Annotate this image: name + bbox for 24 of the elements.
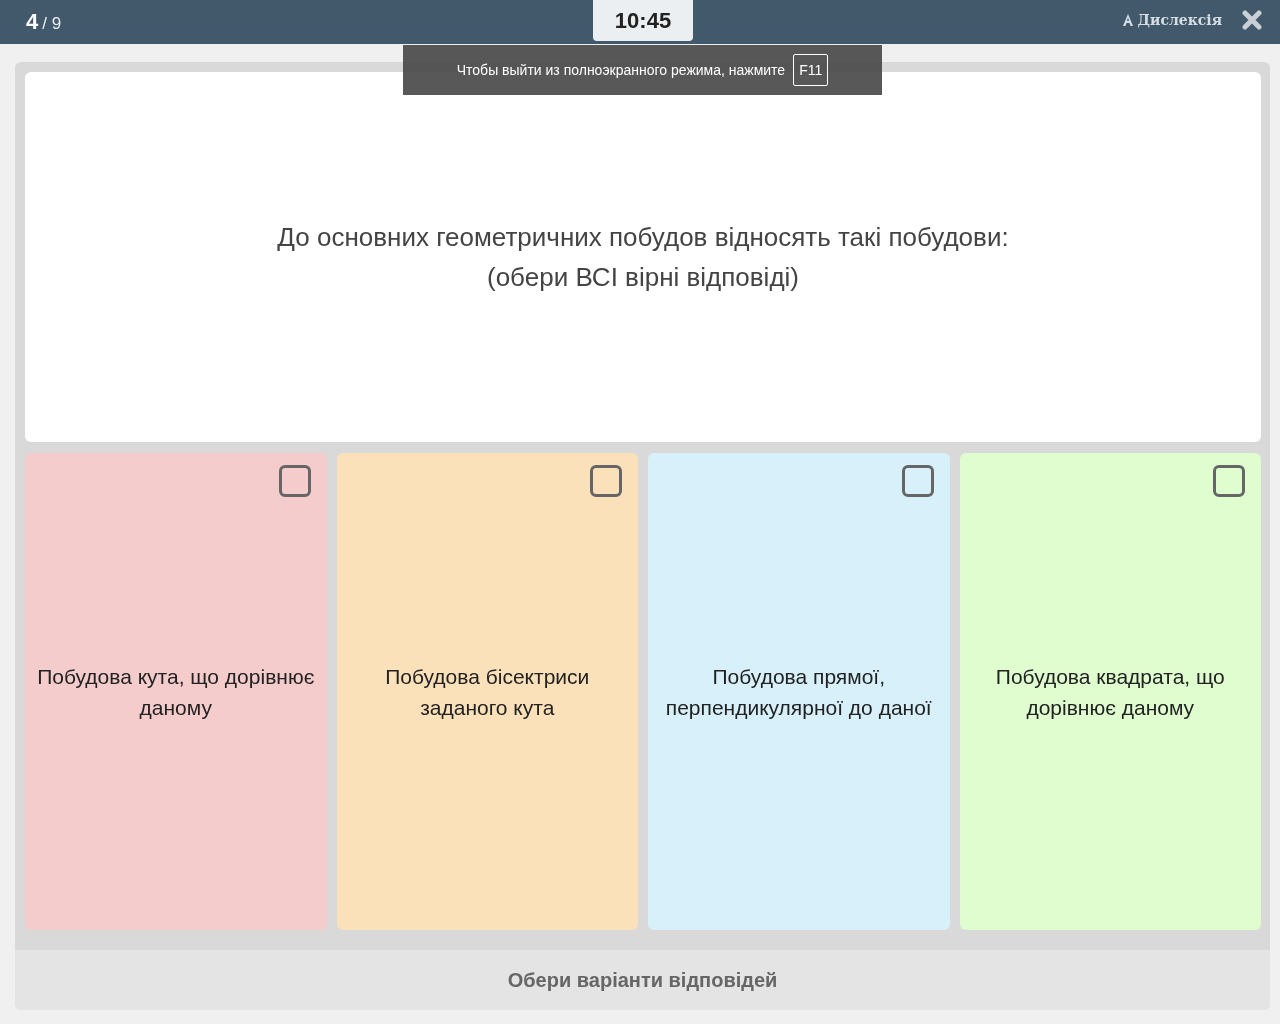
timer: 10:45: [593, 0, 693, 41]
checkbox[interactable]: [590, 465, 622, 497]
checkbox[interactable]: [901, 465, 934, 497]
close-icon: [1242, 10, 1262, 30]
answer-text: Побудова бісектриси заданого кута: [384, 663, 591, 721]
close-button[interactable]: [1242, 10, 1262, 30]
answer-text: Побудова кута, що дорівнює даному: [36, 663, 316, 721]
answer-option[interactable]: Побудова прямої, перпендикулярної до даної: [648, 453, 950, 930]
question-text: (обери ВСІ вірні відповіді): [487, 261, 799, 294]
answer-option[interactable]: Побудова кута, що дорівнює даному: [25, 453, 327, 930]
answer-option[interactable]: Побудова бісектриси заданого кута: [336, 453, 638, 930]
toast-message: Чтобы выйти из полноэкранного режима, нажмите: [456, 62, 786, 78]
question-total: / 9: [42, 14, 62, 34]
dyslexia-button[interactable]: Дислексія: [1121, 12, 1222, 28]
question-text: До основних геометричних побудов відносять такі побудови:: [277, 221, 1009, 254]
checkbox[interactable]: [278, 465, 311, 497]
letter-icon: [1121, 14, 1134, 26]
answer-option[interactable]: Побудова квадрата, що дорівнює даному: [959, 453, 1261, 930]
answer-text: Побудова прямої, перпендикулярної до даної: [664, 663, 933, 721]
question-number: 4: [26, 9, 39, 35]
submit-button[interactable]: Обери варіанти відповідей: [15, 950, 1270, 1010]
checkbox[interactable]: [1213, 465, 1245, 497]
answer-text: Побудова квадрата, що дорівнює даному: [994, 663, 1226, 721]
key-label: F11: [793, 54, 829, 86]
